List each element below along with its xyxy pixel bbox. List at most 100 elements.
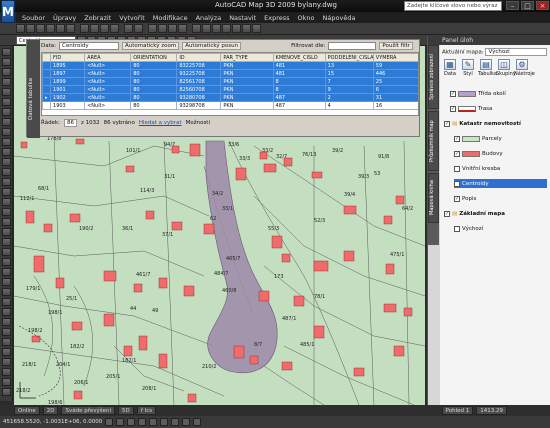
region-icon[interactable] [2, 208, 11, 216]
tab-map-book[interactable]: Mapová kniha [428, 173, 439, 223]
polygon-icon[interactable] [2, 78, 11, 86]
menu-napoveda[interactable]: Nápověda [323, 14, 356, 22]
grid-toggle-icon[interactable] [116, 418, 125, 426]
row-header[interactable] [42, 77, 52, 86]
layer-visibility-checkbox[interactable]: ✓ [444, 120, 450, 127]
layer-item[interactable]: ✓ ▤ Základní mapa [444, 209, 547, 218]
layer-visibility-checkbox[interactable]: ✓ [450, 105, 456, 112]
tool-groups[interactable]: ◫ Skupiny [496, 59, 516, 85]
hatch-icon[interactable] [2, 188, 11, 196]
table-cell[interactable]: 93298708 [176, 101, 222, 110]
menu-okno[interactable]: Okno [298, 14, 315, 22]
trim-icon[interactable] [2, 328, 11, 336]
layer-visibility-checkbox[interactable]: ✓ [454, 150, 460, 157]
layer-visibility-checkbox[interactable] [454, 180, 460, 187]
multiline-text-icon[interactable] [2, 228, 11, 236]
join-icon[interactable] [2, 358, 11, 366]
tool-style[interactable]: ✎ Styl [460, 59, 476, 85]
table-cell[interactable]: 80 [130, 61, 178, 70]
data-source-select[interactable]: Centroidy [59, 42, 119, 50]
cut-icon[interactable] [80, 24, 89, 33]
table-cell[interactable]: 80 [130, 69, 178, 78]
layer-item[interactable]: ✓ ▤ Katastr nemovitostí [444, 119, 547, 128]
table-cell[interactable]: 9 [324, 85, 374, 94]
maximize-button[interactable]: □ [521, 1, 534, 10]
fillet-icon[interactable] [2, 378, 11, 386]
layer-item[interactable]: ✓ Budovy [454, 149, 547, 158]
column-header[interactable]: PAR_TYPE [220, 53, 274, 62]
filter-select[interactable] [328, 42, 377, 50]
table-cell[interactable]: 80 [130, 101, 178, 110]
help-search-input[interactable]: Zadejte klíčové slovo nebo výraz [404, 1, 502, 11]
scale-icon[interactable] [2, 308, 11, 316]
ellipse-icon[interactable] [2, 138, 11, 146]
ellipse-arc-icon[interactable] [2, 148, 11, 156]
table-cell[interactable]: PKN [220, 69, 274, 78]
table-cell[interactable]: 8 [272, 85, 326, 94]
zoom-icon[interactable] [158, 24, 167, 33]
column-header[interactable]: ORIENTATION [130, 53, 178, 62]
table-cell[interactable]: 487 [272, 93, 326, 102]
match-icon[interactable] [110, 24, 119, 33]
column-header[interactable]: AREA [84, 53, 132, 62]
move-icon[interactable] [2, 288, 11, 296]
zoom-window-icon[interactable] [168, 24, 177, 33]
point-icon[interactable] [2, 178, 11, 186]
table-icon[interactable] [2, 218, 11, 226]
table-row[interactable]: 1903 <NuII> 80 93298708 PKN 487 4 16 [42, 101, 418, 110]
array-icon[interactable] [2, 278, 11, 286]
table-cell[interactable]: 487 [272, 101, 326, 110]
copy-object-icon[interactable] [2, 248, 11, 256]
tab-map-explorer[interactable]: Průzkumník map [428, 111, 439, 171]
insert-block-icon[interactable] [2, 158, 11, 166]
snap-toggle-icon[interactable] [105, 418, 114, 426]
publish-icon[interactable] [66, 24, 75, 33]
table-cell[interactable]: 13 [324, 61, 374, 70]
row-header[interactable] [42, 101, 52, 110]
spline-icon[interactable] [2, 128, 11, 136]
row-header[interactable] [42, 61, 52, 70]
table-cell[interactable]: 82561708 [176, 77, 222, 86]
table-cell[interactable]: 481 [272, 61, 326, 70]
table-row[interactable]: 1899 <NuII> 80 82561708 PKN 8 7 25 [42, 77, 418, 86]
menu-modifikace[interactable]: Modifikace [153, 14, 188, 22]
table-cell[interactable]: PKN [220, 85, 274, 94]
table-cell[interactable]: 82560708 [176, 85, 222, 94]
layer-visibility-checkbox[interactable]: ✓ [454, 195, 460, 202]
status-tab[interactable]: 2D [42, 406, 59, 415]
table-cell[interactable]: 80 [130, 77, 178, 86]
new-icon[interactable] [16, 24, 25, 33]
column-header[interactable]: ID [176, 53, 222, 62]
row-header[interactable] [42, 85, 52, 94]
rectangle-icon[interactable] [2, 88, 11, 96]
table-cell[interactable]: 93225708 [176, 69, 222, 78]
status-tab[interactable]: Sváde převýšení [61, 406, 116, 415]
table-cell[interactable]: 1895 [50, 61, 86, 70]
layer-visibility-checkbox[interactable]: ✓ [454, 135, 460, 142]
make-block-icon[interactable] [2, 168, 11, 176]
table-row[interactable]: 1901 <NuII> 80 82560708 PKN 8 9 6 [42, 85, 418, 94]
column-header[interactable]: FID [50, 53, 86, 62]
scale-readout[interactable]: 1413.29 [476, 406, 507, 415]
status-tab[interactable]: 5D [118, 406, 134, 415]
menu-vytvorit[interactable]: Vytvořit [119, 14, 145, 22]
table-cell[interactable]: PKN [220, 77, 274, 86]
row-header[interactable]: ▸ [42, 93, 52, 102]
menu-analyza[interactable]: Analýza [196, 14, 222, 22]
rotate-icon[interactable] [2, 298, 11, 306]
xline-icon[interactable] [2, 58, 11, 66]
arc-icon[interactable] [2, 98, 11, 106]
table-cell[interactable]: 481 [272, 69, 326, 78]
viewport-tab[interactable]: Pohled 1 [441, 406, 474, 415]
table-cell[interactable]: PKN [220, 61, 274, 70]
column-header[interactable]: VYMERA [372, 53, 418, 62]
layer-item[interactable]: Vnitřní kresba [454, 164, 547, 173]
layer-visibility-checkbox[interactable]: ✓ [444, 210, 450, 217]
sheet-set-icon[interactable] [222, 24, 231, 33]
table-cell[interactable]: 446 [372, 69, 418, 78]
table-row[interactable]: ▸ 1902 <NuII> 80 93280708 PKN 487 2 31 [42, 93, 418, 102]
tool-table[interactable]: ▤ Tabulka [478, 59, 497, 85]
chamfer-icon[interactable] [2, 368, 11, 376]
table-row[interactable]: 1897 <NuII> 80 93225708 PKN 481 15 446 [42, 69, 418, 78]
layer-item[interactable]: ✓ Popis [454, 194, 547, 203]
